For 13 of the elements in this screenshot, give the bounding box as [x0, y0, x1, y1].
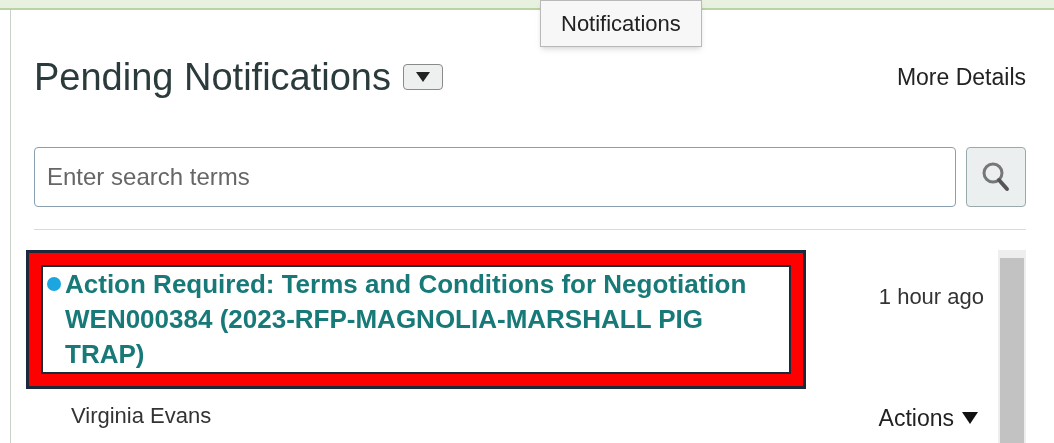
notification-time: 1 hour ago	[878, 283, 984, 311]
scrollbar[interactable]	[998, 250, 1026, 443]
panel-title: Pending Notifications	[34, 54, 391, 100]
search-field[interactable]: Enter search terms	[34, 147, 956, 207]
search-button[interactable]	[966, 147, 1026, 207]
search-icon	[981, 161, 1011, 193]
actions-menu-button[interactable]: Actions	[878, 401, 978, 436]
tooltip: Notifications	[540, 0, 702, 47]
caret-icon	[416, 72, 430, 82]
more-details-link[interactable]: More Details	[896, 59, 1026, 95]
sender-name: Virginia Evans	[71, 401, 212, 430]
caret-icon	[962, 412, 978, 425]
dropdown-button[interactable]	[403, 64, 443, 90]
